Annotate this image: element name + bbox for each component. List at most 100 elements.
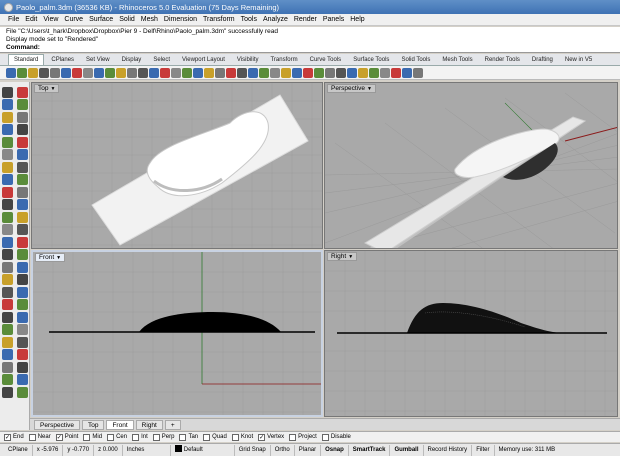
viewport-front[interactable]: Front ▼ — [31, 250, 323, 417]
toolbar-tool-icon[interactable] — [160, 67, 170, 78]
palette-tool-icon[interactable] — [1, 299, 13, 310]
palm-surface[interactable] — [146, 111, 269, 197]
palette-tool-icon[interactable] — [16, 249, 28, 260]
osnap-tan[interactable]: Tan — [179, 433, 198, 441]
palette-tool-icon[interactable] — [16, 336, 28, 348]
palette-tool-icon[interactable] — [16, 361, 28, 373]
menu-dimension[interactable]: Dimension — [164, 16, 197, 23]
palette-tool-icon[interactable] — [1, 336, 13, 348]
palette-tool-icon[interactable] — [1, 99, 13, 110]
palette-tool-icon[interactable] — [1, 286, 13, 298]
toolbar-tool-icon[interactable] — [402, 67, 412, 78]
palette-tool-icon[interactable] — [16, 299, 28, 310]
palette-tool-icon[interactable] — [16, 174, 28, 185]
toolbar-tool-icon[interactable] — [72, 67, 82, 78]
palette-tool-icon[interactable] — [16, 349, 28, 360]
toolbar-tool-icon[interactable] — [6, 67, 16, 78]
palette-tool-icon[interactable] — [16, 86, 28, 98]
menu-curve[interactable]: Curve — [64, 16, 83, 23]
grid-snap-toggle[interactable]: Grid Snap — [235, 444, 271, 456]
viewport-right[interactable]: Right ▼ — [324, 250, 618, 417]
tab-front[interactable]: Front — [106, 419, 134, 430]
osnap-cen[interactable]: Cen — [107, 433, 127, 441]
palette-tool-icon[interactable] — [16, 311, 28, 323]
palette-tool-icon[interactable] — [1, 186, 13, 198]
palette-tool-icon[interactable] — [16, 261, 28, 273]
toolbar-tool-icon[interactable] — [391, 67, 401, 78]
toolbar-tool-icon[interactable] — [237, 67, 247, 78]
checkbox-icon[interactable] — [231, 433, 239, 441]
toolbar-tool-icon[interactable] — [314, 67, 324, 78]
checkbox-icon[interactable] — [28, 433, 36, 441]
palette-tool-icon[interactable] — [1, 211, 13, 223]
palette-tool-icon[interactable] — [1, 261, 13, 273]
palette-tool-icon[interactable] — [1, 361, 13, 373]
toolbar-tool-icon[interactable] — [380, 67, 390, 78]
toolbar-tool-icon[interactable] — [226, 67, 236, 78]
viewport-top[interactable]: Top ▼ — [31, 82, 323, 249]
menu-analyze[interactable]: Analyze — [263, 16, 288, 23]
osnap-toggle[interactable]: Osnap — [321, 444, 349, 456]
viewport-label-top[interactable]: Top ▼ — [34, 84, 60, 93]
osnap-quad[interactable]: Quad — [203, 433, 227, 441]
palette-tool-icon[interactable] — [16, 324, 28, 335]
toolbar-tool-icon[interactable] — [94, 67, 104, 78]
toolbar-tool-icon[interactable] — [369, 67, 379, 78]
toolbar-tool-icon[interactable] — [116, 67, 126, 78]
checkbox-icon[interactable] — [321, 433, 329, 441]
palette-tool-icon[interactable] — [16, 386, 28, 398]
tab-transform[interactable]: Transform — [265, 55, 302, 65]
palette-tool-icon[interactable] — [1, 136, 13, 148]
tab-display[interactable]: Display — [117, 55, 147, 65]
tab-render-tools[interactable]: Render Tools — [480, 55, 525, 65]
palette-tool-icon[interactable] — [1, 249, 13, 260]
command-area[interactable]: File "C:\Users\t_hark\Dropbox\Dropbox\Pi… — [0, 27, 620, 53]
layer-selector[interactable]: Default — [171, 444, 235, 456]
palette-tool-icon[interactable] — [16, 199, 28, 210]
osnap-disable[interactable]: Disable — [321, 433, 351, 441]
checkbox-icon[interactable] — [179, 433, 187, 441]
palette-tool-icon[interactable] — [1, 236, 13, 248]
toolbar-tool-icon[interactable] — [149, 67, 159, 78]
tab-viewport-layout[interactable]: Viewport Layout — [177, 55, 230, 65]
palette-tool-icon[interactable] — [16, 274, 28, 285]
toolbar-tool-icon[interactable] — [83, 67, 93, 78]
palette-tool-icon[interactable] — [16, 99, 28, 110]
toolbar-tool-icon[interactable] — [413, 67, 423, 78]
palette-tool-icon[interactable] — [16, 161, 28, 173]
palette-tool-icon[interactable] — [1, 124, 13, 135]
palette-tool-icon[interactable] — [1, 161, 13, 173]
menu-transform[interactable]: Transform — [203, 16, 235, 23]
palette-tool-icon[interactable] — [16, 224, 28, 235]
osnap-knot[interactable]: Knot — [231, 433, 253, 441]
menu-render[interactable]: Render — [294, 16, 317, 23]
checkbox-icon[interactable]: ✓ — [55, 433, 63, 441]
viewport-label-front[interactable]: Front ▼ — [35, 253, 66, 262]
palette-tool-icon[interactable] — [1, 374, 13, 385]
menu-solid[interactable]: Solid — [119, 16, 135, 23]
toolbar-tool-icon[interactable] — [358, 67, 368, 78]
toolbar-tool-icon[interactable] — [270, 67, 280, 78]
palette-tool-icon[interactable] — [16, 374, 28, 385]
record-history-toggle[interactable]: Record History — [424, 444, 473, 456]
toolbar-tool-icon[interactable] — [127, 67, 137, 78]
osnap-point[interactable]: ✓ Point — [55, 433, 78, 441]
palette-tool-icon[interactable] — [1, 86, 13, 98]
checkbox-icon[interactable] — [152, 433, 160, 441]
palette-tool-icon[interactable] — [1, 349, 13, 360]
palette-tool-icon[interactable] — [16, 111, 28, 123]
osnap-vertex[interactable]: ✓ Vertex — [258, 433, 284, 441]
filter-toggle[interactable]: Filter — [472, 444, 495, 456]
tab-solid-tools[interactable]: Solid Tools — [396, 55, 435, 65]
toolbar-tool-icon[interactable] — [138, 67, 148, 78]
osnap-perp[interactable]: Perp — [152, 433, 174, 441]
menu-panels[interactable]: Panels — [323, 16, 344, 23]
palette-tool-icon[interactable] — [16, 286, 28, 298]
toolbar-tool-icon[interactable] — [204, 67, 214, 78]
tab-mesh-tools[interactable]: Mesh Tools — [437, 55, 477, 65]
command-prompt[interactable]: Command: — [6, 44, 614, 52]
add-viewport-button[interactable]: + — [164, 419, 181, 430]
checkbox-icon[interactable]: ✓ — [258, 433, 266, 441]
palette-tool-icon[interactable] — [16, 211, 28, 223]
toolbar-tool-icon[interactable] — [50, 67, 60, 78]
